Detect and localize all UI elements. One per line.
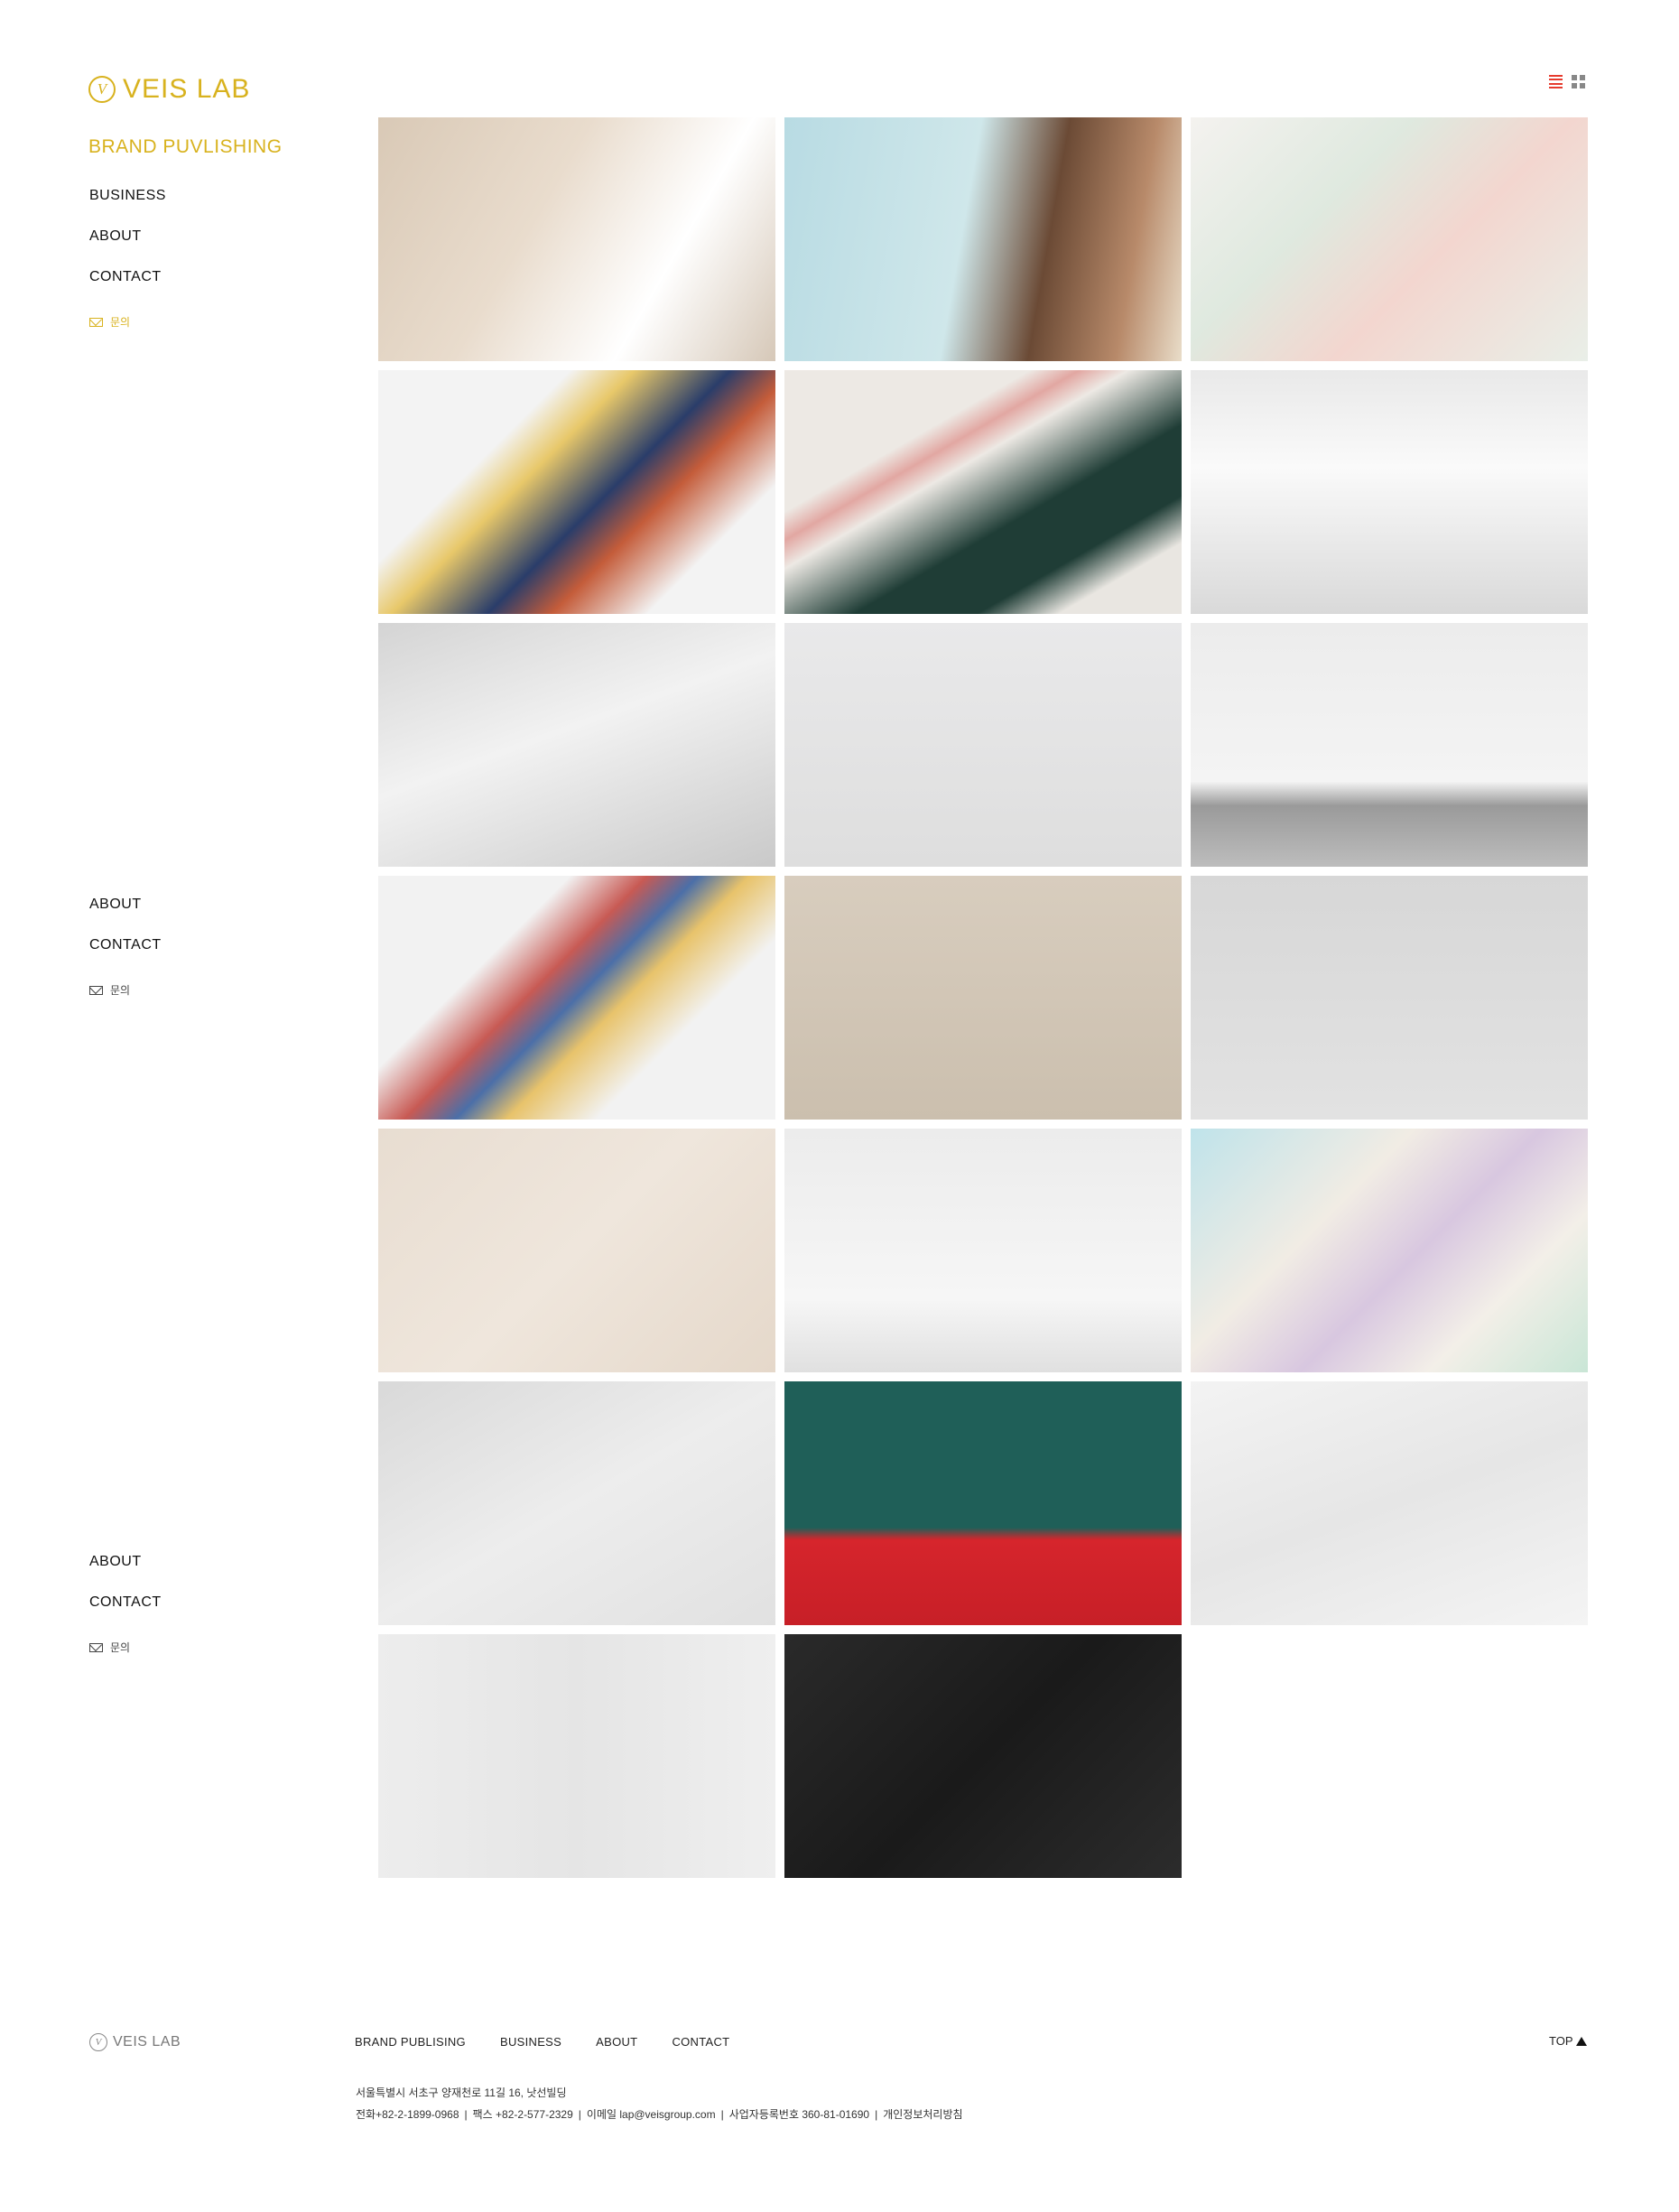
tile-portrait[interactable] [784, 117, 1182, 361]
tile-gift-box[interactable] [1191, 623, 1588, 867]
nav-contact[interactable]: CONTACT [89, 1594, 162, 1634]
nav-business[interactable]: BUSINESS [89, 187, 166, 228]
nav-brand-publishing[interactable]: BRAND PUVLISHING [88, 136, 283, 158]
inquiry-label: 문의 [110, 984, 131, 997]
company-info: 서울특별시 서초구 양재천로 11길 16, 낫선빌딩 전화+82-2-1899… [356, 2082, 963, 2125]
inquiry-link[interactable]: 문의 [89, 1640, 162, 1655]
tile-red-cans[interactable] [784, 1381, 1182, 1625]
inquiry-label: 문의 [110, 1641, 131, 1654]
tile-teal-boxes[interactable] [784, 1129, 1182, 1372]
tile-pattern-cubes[interactable] [378, 876, 775, 1120]
tile-white-boxes[interactable] [378, 623, 775, 867]
footer-nav: BRAND PUBLISING BUSINESS ABOUT CONTACT [355, 2035, 729, 2049]
mail-icon [89, 1642, 103, 1652]
tile-pastel-boxes[interactable] [1191, 117, 1588, 361]
site-logo[interactable]: V VEIS LAB [88, 76, 250, 103]
company-fax: 팩스 +82-2-577-2329 [472, 2108, 573, 2121]
footer-nav-business[interactable]: BUSINESS [500, 2035, 561, 2049]
mail-icon [89, 985, 103, 995]
tile-silver-box[interactable] [1191, 876, 1588, 1120]
inquiry-link[interactable]: 문의 [89, 982, 162, 998]
tile-git-gud[interactable] [378, 1381, 775, 1625]
grid-view-icon[interactable] [1572, 75, 1585, 88]
nav-contact[interactable]: CONTACT [89, 268, 166, 309]
nav-about[interactable]: ABOUT [89, 228, 166, 268]
arrow-up-icon [1575, 2036, 1587, 2046]
tile-holo-boxes[interactable] [1191, 1129, 1588, 1372]
tile-cream-tubes[interactable] [1191, 370, 1588, 614]
company-address: 서울특별시 서초구 양재천로 11길 16, 낫선빌딩 [356, 2087, 567, 2099]
sidebar-nav: BUSINESS ABOUT CONTACT 문의 [89, 187, 166, 330]
sidebar-nav-repeat: ABOUT CONTACT 문의 [89, 1553, 162, 1655]
tile-gold-boxes[interactable] [1191, 1381, 1588, 1625]
company-biz-no: 사업자등록번호 360-81-01690 [728, 2108, 870, 2121]
company-email[interactable]: 이메일 lap@veisgroup.com [587, 2108, 716, 2121]
logo-text: VEIS LAB [123, 74, 251, 104]
tile-drg-tubes[interactable] [378, 1634, 775, 1878]
company-tel: 전화+82-2-1899-0968 [356, 2108, 459, 2121]
tile-eau-bottles[interactable] [784, 623, 1182, 867]
tile-dark-card[interactable] [784, 370, 1182, 614]
nav-about[interactable]: ABOUT [89, 1553, 162, 1594]
top-label: TOP [1549, 2034, 1573, 2048]
tile-verite-tubes[interactable] [378, 117, 775, 361]
sidebar-nav-repeat: ABOUT CONTACT 문의 [89, 896, 162, 998]
back-to-top-button[interactable]: TOP [1549, 2034, 1587, 2048]
logo-mark-icon: V [88, 76, 116, 103]
footer-nav-about[interactable]: ABOUT [596, 2035, 637, 2049]
view-toggle [1549, 75, 1585, 88]
tile-black-boxes[interactable] [784, 1634, 1182, 1878]
mail-icon [89, 317, 103, 327]
tile-landscape-cubes[interactable] [378, 370, 775, 614]
nav-contact[interactable]: CONTACT [89, 936, 162, 977]
logo-mark-icon: V [89, 2033, 107, 2051]
footer-logo-text: VEIS LAB [113, 2034, 181, 2049]
nav-about[interactable]: ABOUT [89, 896, 162, 936]
tile-camellia-line[interactable] [378, 1129, 775, 1372]
list-view-icon[interactable] [1549, 75, 1563, 88]
inquiry-link[interactable]: 문의 [89, 314, 166, 330]
footer-nav-brand-publishing[interactable]: BRAND PUBLISING [355, 2035, 466, 2049]
inquiry-label: 문의 [110, 316, 131, 329]
footer-logo[interactable]: V VEIS LAB [89, 2033, 181, 2051]
tile-beige-tube[interactable] [784, 876, 1182, 1120]
footer-nav-contact[interactable]: CONTACT [672, 2035, 729, 2049]
portfolio-gallery [378, 117, 1588, 1878]
privacy-policy-link[interactable]: 개인정보처리방침 [883, 2108, 962, 2121]
